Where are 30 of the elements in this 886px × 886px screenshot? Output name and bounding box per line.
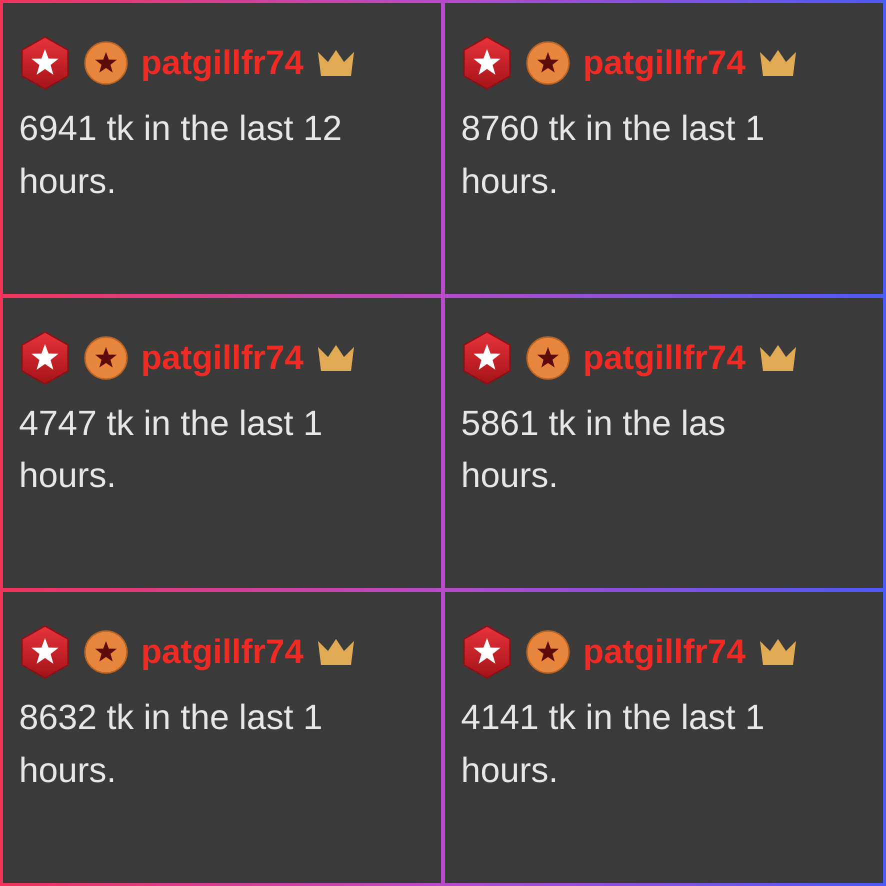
message-text: hours.	[19, 750, 118, 792]
message-text: hours.	[461, 455, 560, 498]
message-text: hours.	[461, 750, 560, 792]
round-star-badge-icon	[83, 40, 129, 86]
username: patgillfr74	[583, 46, 746, 80]
hexagon-star-badge-icon	[461, 330, 513, 386]
message-text: hours.	[19, 160, 118, 202]
message-text: 5861 tk in the las	[461, 402, 727, 445]
hexagon-star-badge-icon	[461, 624, 513, 680]
round-star-badge-icon	[83, 334, 129, 381]
message-text: hours.	[19, 455, 118, 498]
round-star-badge-icon	[525, 629, 571, 676]
message-text: 8632 tk in the last 1	[19, 697, 324, 740]
hexagon-star-badge-icon	[19, 330, 71, 386]
hexagon-star-badge-icon	[461, 35, 513, 91]
message-text: hours.	[461, 160, 560, 202]
username: patgillfr74	[141, 46, 304, 80]
hexagon-star-badge-icon	[19, 624, 71, 680]
message-text: 4747 tk in the last 1	[19, 402, 324, 445]
username: patgillfr74	[583, 340, 746, 375]
username: patgillfr74	[141, 635, 304, 670]
hexagon-star-badge-icon	[19, 35, 71, 91]
message-text: 6941 tk in the last 12	[19, 108, 343, 150]
username: patgillfr74	[583, 635, 746, 670]
round-star-badge-icon	[83, 629, 129, 676]
message-text: 8760 tk in the last 1	[461, 108, 766, 150]
message-text: 4141 tk in the last 1	[461, 697, 766, 740]
round-star-badge-icon	[525, 334, 571, 381]
round-star-badge-icon	[525, 40, 571, 86]
username: patgillfr74	[141, 340, 304, 375]
